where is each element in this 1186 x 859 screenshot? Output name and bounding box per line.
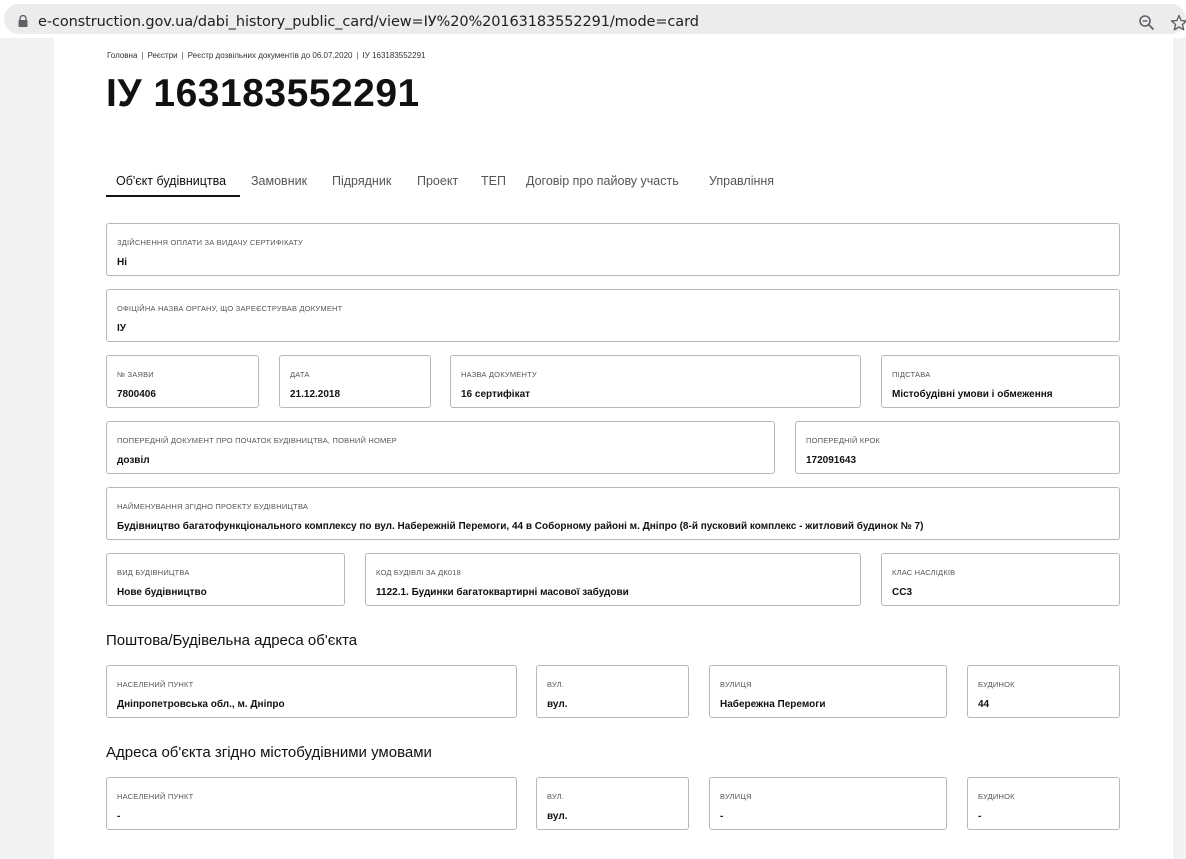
field-prev-step: Попередній крок 172091643 (795, 421, 1120, 474)
field-value: Містобудівні умови і обмеження (892, 389, 1053, 400)
field-label: Здійснення оплати за видачу сертифікату (117, 238, 303, 247)
field-label: Вулиця (720, 792, 752, 801)
page-title: ІУ 163183552291 (106, 72, 420, 115)
breadcrumb-registries[interactable]: Реєстри (147, 51, 177, 60)
field-label: Підстава (892, 370, 931, 379)
field-value: 44 (978, 699, 990, 710)
breadcrumb-home[interactable]: Головна (107, 51, 137, 60)
field-label: Будинок (978, 680, 1015, 689)
field-doc-name: Назва документу 16 сертифікат (450, 355, 861, 408)
field-value: СС3 (892, 587, 913, 598)
browser-toolbar: e-construction.gov.ua/dabi_history_publi… (0, 0, 1186, 38)
field-building-code: Код будівлі за ДК018 1122.1. Будинки баг… (365, 553, 861, 606)
page-margin-right (1173, 38, 1186, 859)
field-value: Будівництво багатофункціонального компле… (117, 521, 924, 532)
address-bar[interactable]: e-construction.gov.ua/dabi_history_publi… (4, 4, 1186, 34)
field-consequence-class: Клас наслідків СС3 (881, 553, 1120, 606)
field-value: - (117, 811, 121, 822)
field-label: Найменування згідно проекту будівництва (117, 502, 309, 511)
lock-icon (18, 15, 28, 27)
url-text[interactable]: e-construction.gov.ua/dabi_history_publi… (38, 14, 699, 30)
planning-building: Будинок - (967, 777, 1120, 830)
field-label: Вулиця (720, 680, 752, 689)
field-date: Дата 21.12.2018 (279, 355, 431, 408)
planning-street-type: вул. вул. (536, 777, 689, 830)
field-value: 1122.1. Будинки багатоквартирні масової … (376, 587, 629, 598)
field-value: - (978, 811, 982, 822)
field-value: дозвіл (117, 455, 150, 466)
field-value: Ні (117, 257, 127, 268)
postal-building: Будинок 44 (967, 665, 1120, 718)
breadcrumb: Головна | Реєстри | Реєстр дозвільних докуме… (107, 51, 426, 60)
tab-management[interactable]: Управління (709, 174, 774, 188)
field-label: Вид будівництва (117, 568, 190, 577)
tab-object[interactable]: Об'єкт будівництва (116, 174, 226, 188)
field-value: Дніпропетровська обл., м. Дніпро (117, 699, 285, 710)
postal-address-title: Поштова/Будівельна адреса об'єкта (106, 632, 358, 649)
field-value: Набережна Перемоги (720, 699, 826, 710)
field-application-no: № заяви 7800406 (106, 355, 259, 408)
field-value: вул. (547, 699, 568, 710)
planning-settlement: Населений пункт - (106, 777, 517, 830)
field-value: 7800406 (117, 389, 156, 400)
field-label: Клас наслідків (892, 568, 956, 577)
field-label: вул. (547, 680, 565, 689)
tab-contractor[interactable]: Підрядник (332, 174, 391, 188)
field-label: Населений пункт (117, 680, 194, 689)
field-project-name: Найменування згідно проекту будівництва … (106, 487, 1120, 540)
breadcrumb-registry[interactable]: Реєстр дозвільних документів до 06.07.20… (188, 51, 353, 60)
field-label: № заяви (117, 370, 154, 379)
field-prev-doc: Попередній документ про початок будівниц… (106, 421, 775, 474)
field-label: Попередній крок (806, 436, 881, 445)
field-basis: Підстава Містобудівні умови і обмеження (881, 355, 1120, 408)
field-label: Назва документу (461, 370, 537, 379)
breadcrumb-current: ІУ 163183552291 (362, 51, 426, 60)
field-label: Код будівлі за ДК018 (376, 568, 462, 577)
field-label: Будинок (978, 792, 1015, 801)
field-authority: Офіційна назва органу, що зареєстрував д… (106, 289, 1120, 342)
planning-address-title: Адреса об'єкта згідно містобудівними умо… (106, 744, 432, 761)
field-value: 16 сертифікат (461, 389, 531, 400)
field-value: Нове будівництво (117, 587, 207, 598)
page-content: Головна | Реєстри | Реєстр дозвільних докуме… (54, 38, 1173, 859)
field-label: Населений пункт (117, 792, 194, 801)
field-value: 21.12.2018 (290, 389, 341, 400)
star-icon[interactable] (1170, 14, 1186, 32)
tab-tep[interactable]: ТЕП (481, 174, 506, 188)
tab-share-agreement[interactable]: Договір про пайову участь (526, 174, 679, 188)
field-label: вул. (547, 792, 565, 801)
field-label: Офіційна назва органу, що зареєстрував д… (117, 304, 343, 313)
field-value: ІУ (117, 323, 126, 334)
planning-street: Вулиця - (709, 777, 947, 830)
postal-street: Вулиця Набережна Перемоги (709, 665, 947, 718)
field-label: Попередній документ про початок будівниц… (117, 436, 397, 445)
tab-customer[interactable]: Замовник (251, 174, 307, 188)
field-value: 172091643 (806, 455, 857, 466)
field-value: вул. (547, 811, 568, 822)
tab-project[interactable]: Проект (417, 174, 458, 188)
field-payment: Здійснення оплати за видачу сертифікату … (106, 223, 1120, 276)
field-label: Дата (290, 370, 310, 379)
zoom-icon[interactable] (1138, 14, 1156, 32)
postal-settlement: Населений пункт Дніпропетровська обл., м… (106, 665, 517, 718)
field-construction-type: Вид будівництва Нове будівництво (106, 553, 345, 606)
postal-street-type: вул. вул. (536, 665, 689, 718)
active-tab-indicator (106, 195, 240, 197)
field-value: - (720, 811, 724, 822)
